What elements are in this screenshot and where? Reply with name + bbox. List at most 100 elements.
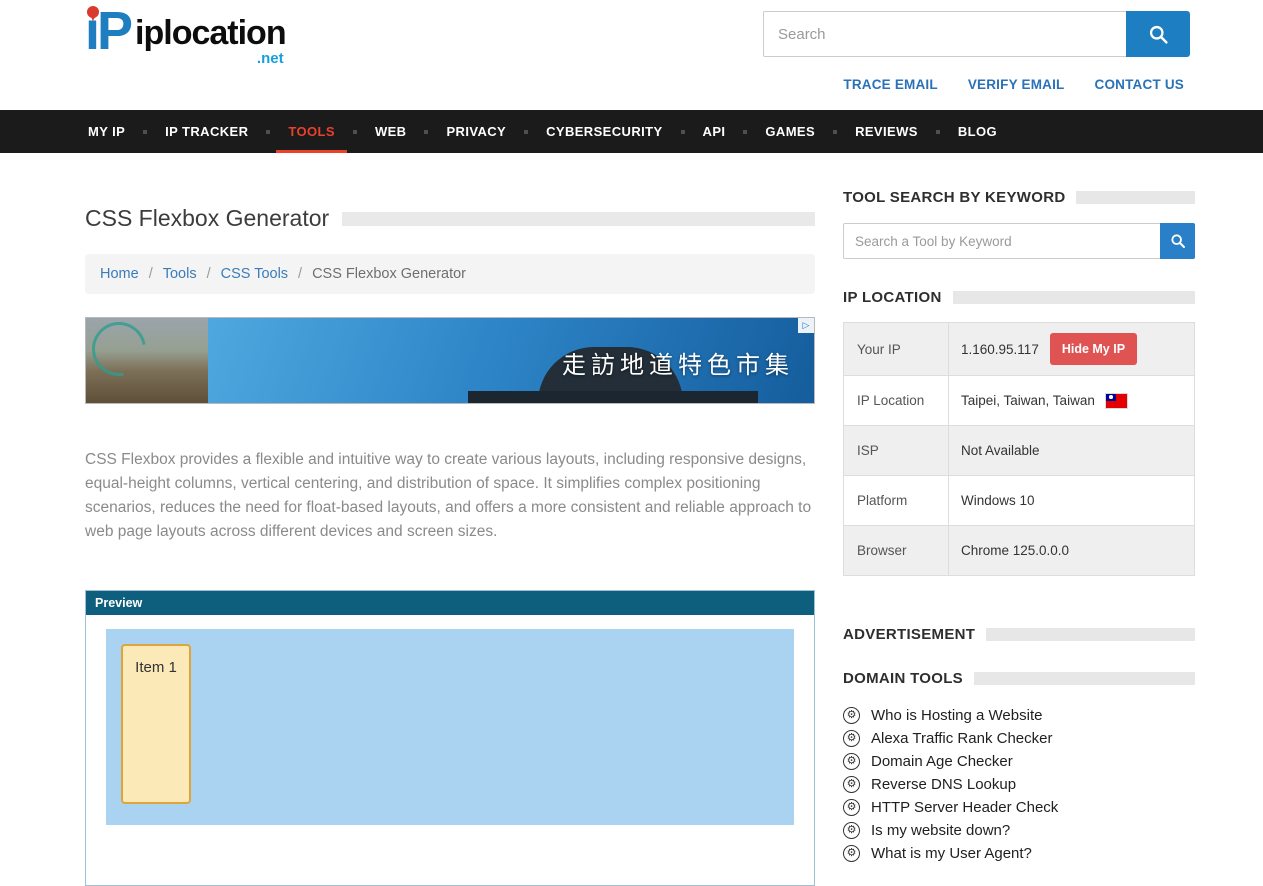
ip-location-heading: IP LOCATION xyxy=(843,289,942,306)
adchoices-icon[interactable] xyxy=(798,318,814,333)
ip-address: 1.160.95.117 xyxy=(961,342,1039,357)
gear-icon xyxy=(843,730,860,747)
breadcrumb-tools[interactable]: Tools xyxy=(163,266,197,282)
nav-separator xyxy=(936,130,940,134)
browser-value: Chrome 125.0.0.0 xyxy=(961,543,1069,558)
map-pin-icon xyxy=(87,6,99,18)
gear-icon xyxy=(843,707,860,724)
domain-tool-link-alexa-rank[interactable]: Alexa Traffic Rank Checker xyxy=(843,727,1195,750)
breadcrumb-css-tools[interactable]: CSS Tools xyxy=(221,266,288,282)
nav-separator xyxy=(353,130,357,134)
domain-tool-link-http-header[interactable]: HTTP Server Header Check xyxy=(843,796,1195,819)
nav-item-games[interactable]: GAMES xyxy=(763,110,817,153)
breadcrumb: Home Tools CSS Tools CSS Flexbox Generat… xyxy=(85,254,815,294)
search-input[interactable] xyxy=(763,11,1126,57)
header-search xyxy=(763,11,1190,57)
preview-body: Item 1 xyxy=(86,615,814,885)
gear-icon xyxy=(843,845,860,862)
nav-separator xyxy=(681,130,685,134)
breadcrumb-separator xyxy=(207,266,211,282)
search-button[interactable] xyxy=(1126,11,1190,57)
search-icon xyxy=(1170,233,1186,249)
nav-item-cybersecurity[interactable]: CYBERSECURITY xyxy=(544,110,664,153)
preview-flex-item: Item 1 xyxy=(121,644,191,804)
domain-tool-label: HTTP Server Header Check xyxy=(871,799,1058,816)
domain-tool-link-user-agent[interactable]: What is my User Agent? xyxy=(843,842,1195,865)
breadcrumb-home[interactable]: Home xyxy=(100,266,139,282)
domain-tool-link-reverse-dns[interactable]: Reverse DNS Lookup xyxy=(843,773,1195,796)
row-label: ISP xyxy=(844,426,949,475)
ad-photo-image xyxy=(86,318,208,403)
domain-tool-label: Alexa Traffic Rank Checker xyxy=(871,730,1052,747)
title-decorative-bar xyxy=(342,212,815,226)
page-title: CSS Flexbox Generator xyxy=(85,205,329,232)
nav-separator xyxy=(833,130,837,134)
domain-tools-heading: DOMAIN TOOLS xyxy=(843,670,963,687)
domain-tool-label: Is my website down? xyxy=(871,822,1010,839)
domain-tools-heading-row: DOMAIN TOOLS xyxy=(843,670,1195,687)
nav-separator xyxy=(743,130,747,134)
platform-value: Windows 10 xyxy=(961,493,1035,508)
advertisement-heading-row: ADVERTISEMENT xyxy=(843,626,1195,643)
page-title-row: CSS Flexbox Generator xyxy=(85,205,815,232)
nav-item-privacy[interactable]: PRIVACY xyxy=(444,110,508,153)
tool-search-input[interactable] xyxy=(843,223,1160,259)
tool-search xyxy=(843,223,1195,259)
logo-text: iplocation .net xyxy=(135,16,286,67)
domain-tool-label: Reverse DNS Lookup xyxy=(871,776,1016,793)
ip-location-table: Your IP 1.160.95.117 Hide My IP IP Locat… xyxy=(843,322,1195,576)
nav-item-reviews[interactable]: REVIEWS xyxy=(853,110,920,153)
ad-text: 走訪地道特色市集 xyxy=(562,345,794,380)
row-label: Browser xyxy=(844,526,949,575)
taiwan-flag-icon xyxy=(1106,394,1127,408)
row-label: IP Location xyxy=(844,376,949,425)
main-nav: MY IP IP TRACKER TOOLS WEB PRIVACY CYBER… xyxy=(0,110,1263,153)
logo-name: iplocation xyxy=(135,14,286,52)
verify-email-link[interactable]: VERIFY EMAIL xyxy=(968,77,1065,92)
trace-email-link[interactable]: TRACE EMAIL xyxy=(843,77,937,92)
nav-item-blog[interactable]: BLOG xyxy=(956,110,999,153)
heading-decorative-bar xyxy=(974,672,1195,685)
breadcrumb-separator xyxy=(298,266,302,282)
tool-search-button[interactable] xyxy=(1160,223,1195,259)
table-row: Your IP 1.160.95.117 Hide My IP xyxy=(844,323,1194,376)
nav-item-api[interactable]: API xyxy=(701,110,728,153)
ip-location-heading-row: IP LOCATION xyxy=(843,289,1195,306)
domain-tool-label: Domain Age Checker xyxy=(871,753,1013,770)
heading-decorative-bar xyxy=(986,628,1195,641)
search-icon xyxy=(1148,24,1169,45)
contact-us-link[interactable]: CONTACT US xyxy=(1095,77,1185,92)
gear-icon xyxy=(843,799,860,816)
domain-tool-link-domain-age[interactable]: Domain Age Checker xyxy=(843,750,1195,773)
domain-tool-link-hosting[interactable]: Who is Hosting a Website xyxy=(843,704,1195,727)
ad-scene-image: 走訪地道特色市集 xyxy=(208,318,814,403)
hide-my-ip-button[interactable]: Hide My IP xyxy=(1050,333,1137,365)
isp-value: Not Available xyxy=(961,443,1040,458)
row-label: Platform xyxy=(844,476,949,525)
nav-item-ip-tracker[interactable]: IP TRACKER xyxy=(163,110,250,153)
row-value: Not Available xyxy=(949,426,1194,475)
tool-search-heading: TOOL SEARCH BY KEYWORD xyxy=(843,189,1065,206)
ip-location-value: Taipei, Taiwan, Taiwan xyxy=(961,393,1095,408)
nav-item-tools[interactable]: TOOLS xyxy=(286,110,337,153)
preview-header: Preview xyxy=(86,591,814,615)
table-row: IP Location Taipei, Taiwan, Taiwan xyxy=(844,376,1194,426)
content-area: CSS Flexbox Generator Home Tools CSS Too… xyxy=(0,189,1263,886)
row-value: Taipei, Taiwan, Taiwan xyxy=(949,376,1194,425)
main-column: CSS Flexbox Generator Home Tools CSS Too… xyxy=(85,189,815,886)
logo-tld: .net xyxy=(135,50,284,67)
nav-separator xyxy=(143,130,147,134)
nav-item-my-ip[interactable]: MY IP xyxy=(86,110,127,153)
nav-item-web[interactable]: WEB xyxy=(373,110,409,153)
nav-separator xyxy=(266,130,270,134)
sidebar: TOOL SEARCH BY KEYWORD IP LOCATION Your … xyxy=(843,189,1195,865)
row-value: Chrome 125.0.0.0 xyxy=(949,526,1194,575)
domain-tool-label: Who is Hosting a Website xyxy=(871,707,1042,724)
ad-banner[interactable]: 走訪地道特色市集 xyxy=(85,317,815,404)
table-row: Browser Chrome 125.0.0.0 xyxy=(844,526,1194,575)
site-logo[interactable]: iP iplocation .net xyxy=(85,4,286,67)
domain-tools-list: Who is Hosting a Website Alexa Traffic R… xyxy=(843,704,1195,865)
table-row: Platform Windows 10 xyxy=(844,476,1194,526)
breadcrumb-current: CSS Flexbox Generator xyxy=(312,266,466,282)
domain-tool-link-website-down[interactable]: Is my website down? xyxy=(843,819,1195,842)
